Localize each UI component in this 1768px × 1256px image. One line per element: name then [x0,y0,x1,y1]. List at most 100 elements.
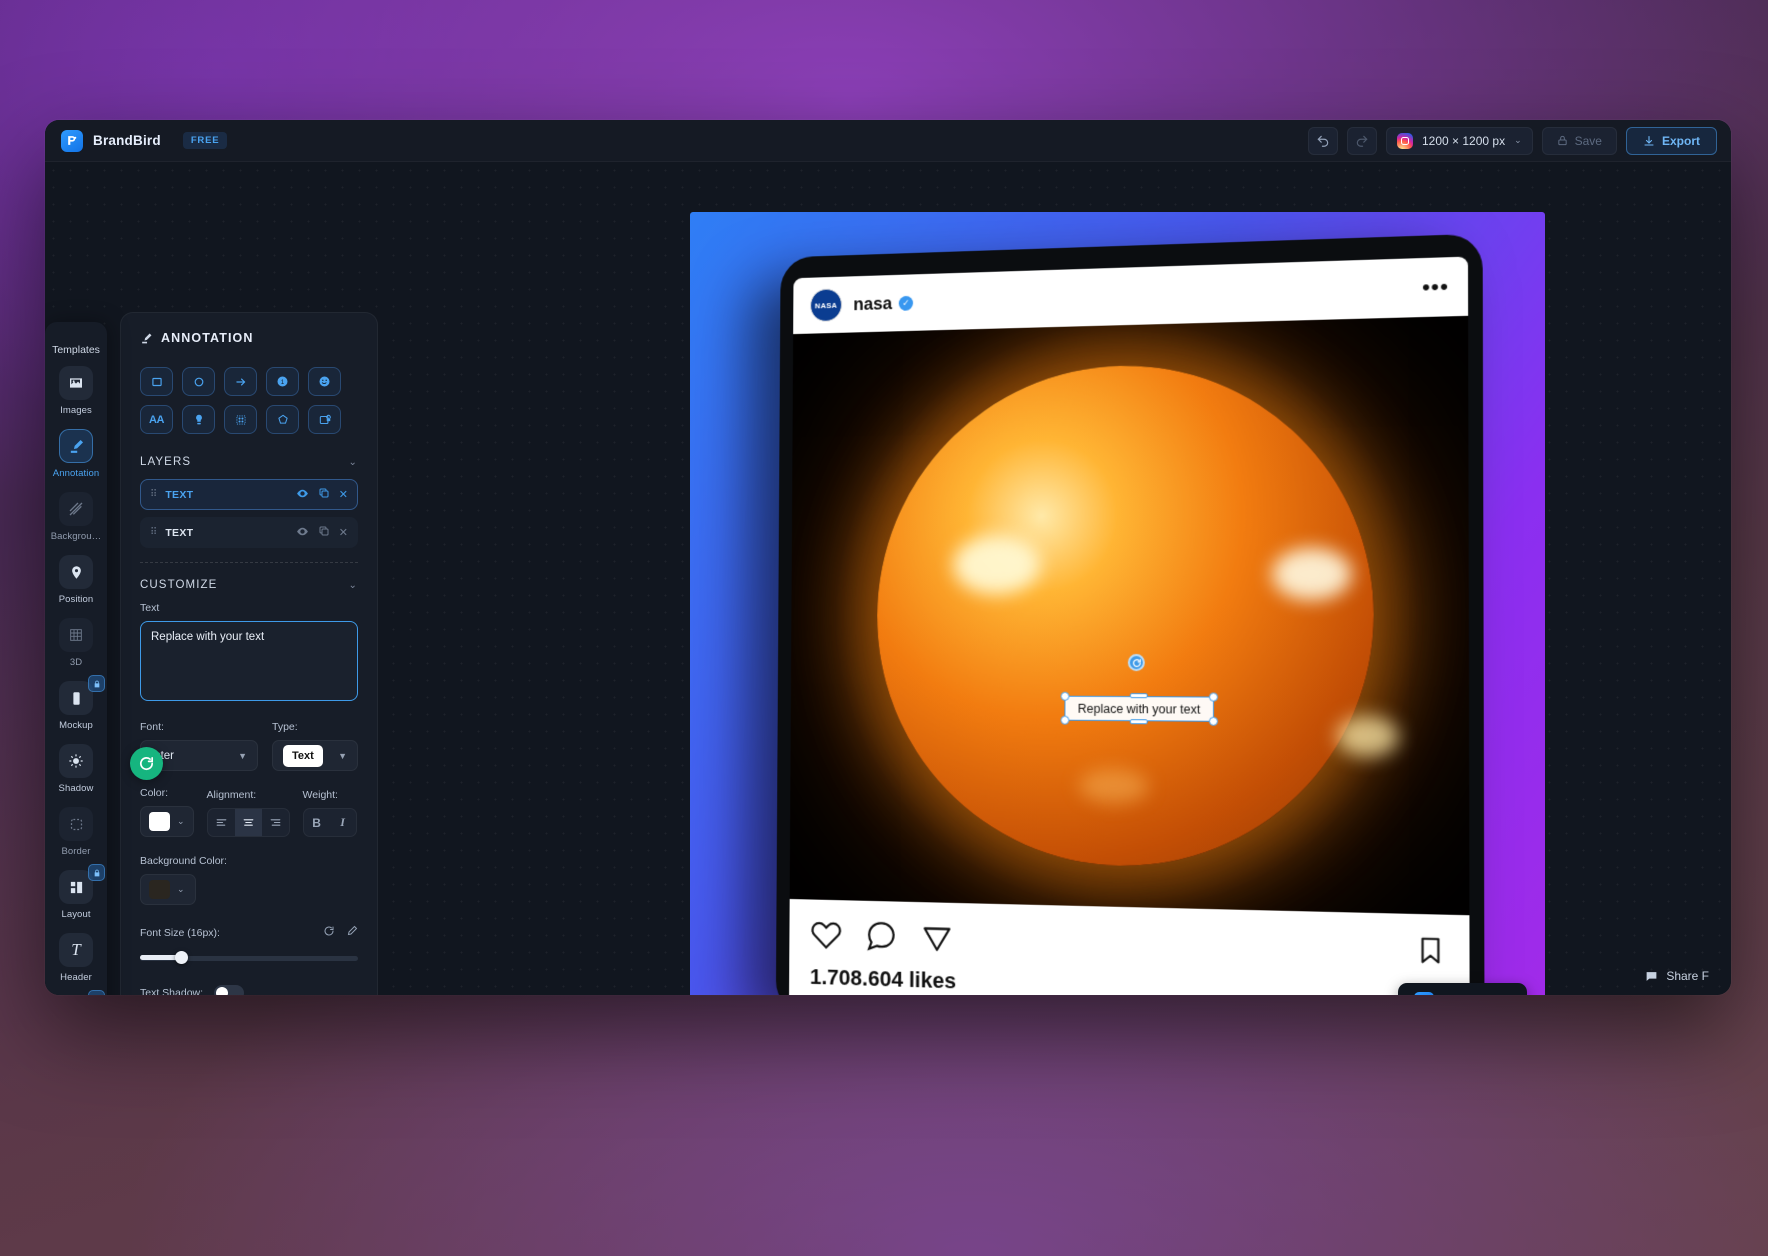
customize-heading: CUSTOMIZE [140,579,218,591]
solar-flare [1271,547,1352,601]
text-shadow-label: Text Shadow: [140,987,204,995]
background-color-picker[interactable]: ⌄ [140,874,196,905]
alignment-group [206,808,290,837]
rectangle-tool[interactable] [140,367,173,396]
bookmark-icon[interactable] [1415,935,1447,967]
shape-tool[interactable] [266,405,299,434]
font-size-slider[interactable] [140,949,358,967]
text-shadow-toggle[interactable] [214,985,245,995]
layer-duplicate-button[interactable] [318,525,330,540]
weight-label: Weight: [302,789,338,801]
map-pin-icon [59,555,93,589]
redo-button[interactable] [1347,126,1377,155]
blur-tool[interactable] [224,405,257,434]
sidebar-item-border[interactable]: Border [45,807,107,857]
layer-duplicate-button[interactable] [318,487,330,502]
canvas-size-selector[interactable]: 1200 × 1200 px ⌄ [1386,126,1533,155]
sidebar-item-shadow[interactable]: Shadow [45,744,107,794]
align-left-button[interactable] [208,809,235,836]
sidebar-label: Layout [61,909,91,920]
customize-section-header[interactable]: CUSTOMIZE ⌄ [140,579,358,591]
highlight-tool[interactable] [182,405,215,434]
sidebar-item-background[interactable]: Backgrou… [45,492,107,542]
text-t-icon: T [59,933,93,967]
resize-handle-top[interactable] [1129,693,1148,699]
border-icon [59,807,93,841]
sidebar-item-templates[interactable]: Templates [45,344,107,356]
text-tool[interactable]: AA [140,405,173,434]
chevron-down-icon: ⌄ [348,456,358,468]
background-color-swatch [149,880,170,899]
sidebar-item-images[interactable]: Images [45,366,107,416]
arrow-tool[interactable] [224,367,257,396]
font-size-header: Font Size (16px): [140,925,358,940]
undo-button[interactable] [1308,126,1338,155]
type-select[interactable]: Text ▼ [272,740,358,771]
layer-visibility-toggle[interactable] [296,487,309,503]
chevron-down-icon: ▼ [338,750,347,761]
font-size-label: Font Size (16px): [140,926,220,939]
sidebar-item-header[interactable]: T Header [45,933,107,983]
brand[interactable]: BrandBird FREE [61,129,228,152]
drag-handle-icon[interactable]: ⠿ [150,527,157,538]
save-button[interactable]: Save [1541,126,1617,155]
sidebar-item-mockup[interactable]: Mockup [45,675,107,731]
sidebar-item-position[interactable]: Position [45,555,107,605]
solar-flare [952,534,1041,595]
resize-handle-tl[interactable] [1060,691,1070,701]
resize-handle-bottom[interactable] [1129,719,1148,725]
layer-row[interactable]: ⠿ TEXT ✕ [140,517,358,548]
italic-button[interactable]: I [330,809,356,836]
resize-handle-bl[interactable] [1060,715,1070,725]
chevron-down-icon: ⌄ [348,579,358,591]
instagram-icon [1397,132,1413,149]
circle-tool[interactable] [182,367,215,396]
export-label: Export [1661,133,1700,148]
layer-name: TEXT [165,526,194,539]
more-options-icon[interactable]: ••• [1422,273,1449,299]
slider-knob[interactable] [175,951,189,964]
drag-handle-icon[interactable]: ⠿ [150,489,157,500]
section-divider [140,562,358,563]
text-input[interactable] [140,621,358,701]
sidebar-item-3d[interactable]: 3D [45,618,107,668]
layer-delete-button[interactable]: ✕ [339,488,348,501]
emoji-tool[interactable] [308,367,341,396]
svg-text:1: 1 [281,379,285,386]
bold-button[interactable]: B [304,809,330,836]
layer-visibility-toggle[interactable] [296,525,309,541]
layers-section-header[interactable]: LAYERS ⌄ [140,456,358,468]
brandbird-watermark[interactable]: BrandBird [1397,983,1527,995]
chevron-down-icon: ▼ [238,750,247,761]
topbar-actions: 1200 × 1200 px ⌄ Save Export [1308,126,1717,155]
rotate-handle[interactable] [1127,654,1145,672]
number-tool[interactable]: 1 [266,367,299,396]
heart-icon[interactable] [810,917,842,951]
layer-row[interactable]: ⠿ TEXT ✕ [140,479,358,510]
share-feedback-button[interactable]: Share F [1645,969,1709,983]
paper-plane-icon[interactable] [921,920,954,955]
lock-icon [88,990,105,995]
sidebar-item-layout[interactable]: Layout [45,864,107,920]
comment-icon[interactable] [865,919,898,953]
resize-handle-br[interactable] [1208,716,1219,726]
canvas-artboard[interactable]: NASA nasa ✓ ••• Replace with your text 1… [690,212,1545,995]
sidebar-item-annotation[interactable]: Annotation [45,429,107,479]
text-color-picker[interactable]: ⌄ [140,806,194,837]
annotation-tools: 1 AA [140,367,358,434]
selected-text-object[interactable]: Replace with your text [1060,691,1219,726]
export-button[interactable]: Export [1625,126,1717,155]
image-lock-tool[interactable] [308,405,341,434]
device-mockup: NASA nasa ✓ ••• Replace with your text 1… [775,233,1485,995]
align-center-button[interactable] [234,809,262,836]
text-shadow-row: Text Shadow: [140,985,358,995]
solar-flare [1079,768,1149,804]
reset-icon[interactable] [323,925,335,940]
resize-handle-tr[interactable] [1208,692,1219,702]
refresh-circle-icon[interactable] [130,747,163,780]
layer-delete-button[interactable]: ✕ [339,526,348,539]
align-right-button[interactable] [262,809,289,836]
pencil-icon[interactable] [346,925,358,940]
grid-3d-icon [59,618,93,652]
sidebar-label: Backgrou… [50,531,102,542]
